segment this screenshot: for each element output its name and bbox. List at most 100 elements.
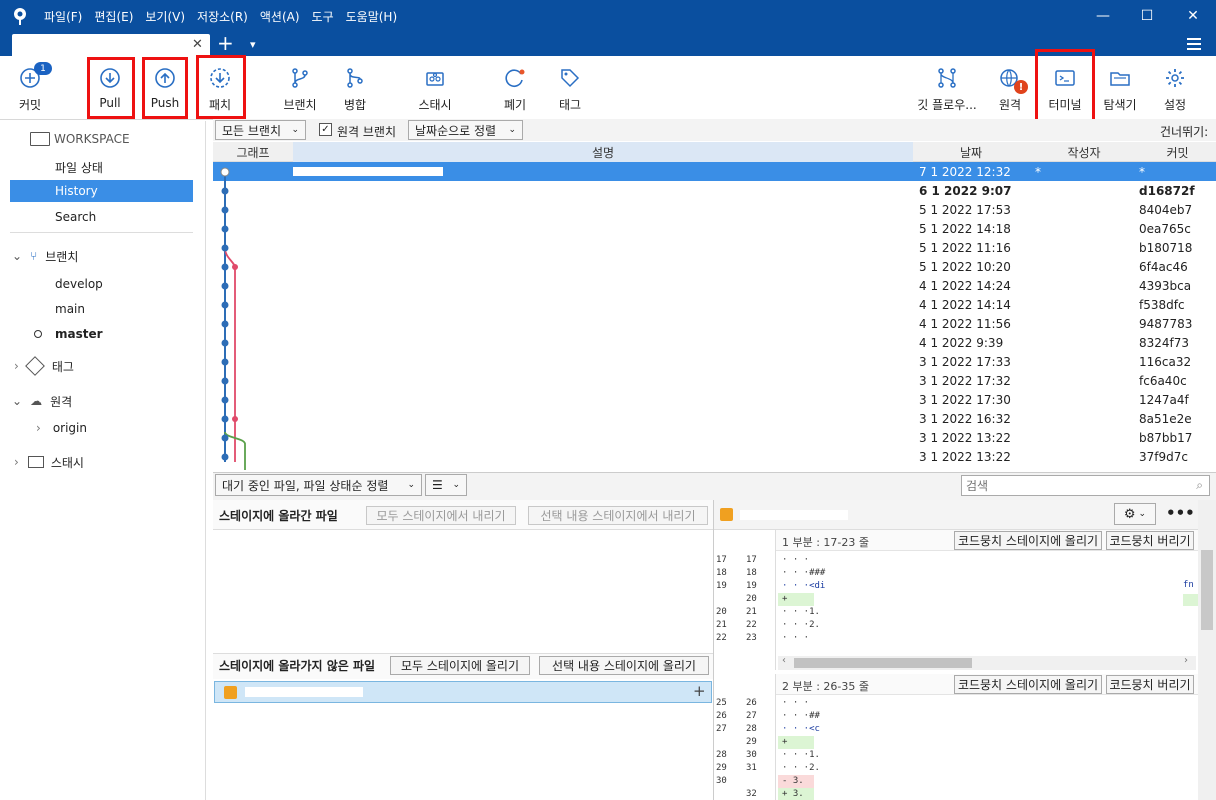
repository-tab[interactable]: ✕ [12,34,210,56]
push-button[interactable]: Push [137,58,193,116]
settings-button[interactable]: 설정 [1147,58,1203,116]
terminal-button[interactable]: 터미널 [1037,58,1093,116]
sidebar-item-history[interactable]: History [10,180,193,202]
diff-line: 22 23 · · · [714,632,1216,645]
discard-hunk2-button[interactable]: 코드뭉치 버리기 [1106,675,1194,694]
file-sort-dropdown[interactable]: 대기 중인 파일, 파일 상태순 정렬 ⌄ [215,474,422,496]
history-row[interactable]: 5 1 2022 10:20 6f4ac46 [213,257,1216,276]
vertical-scrollbar-thumb[interactable] [1201,550,1213,630]
history-row[interactable]: 5 1 2022 17:53 8404eb7 [213,200,1216,219]
row-author: * [1035,165,1041,179]
merge-label: 병합 [343,98,367,112]
sidebar-branches-header[interactable]: ⌄ ⑂ 브랜치 [0,245,206,267]
row-commit: 8a51e2e [1139,412,1192,426]
horizontal-scrollbar[interactable]: ‹ › [778,655,1196,670]
discard-button[interactable]: 폐기 [487,58,543,116]
scroll-right-icon[interactable]: › [1184,655,1188,666]
sidebar-remotes-header[interactable]: ⌄ ☁ 원격 [0,390,206,412]
pull-button[interactable]: Pull [82,58,138,116]
hamburger-menu-icon[interactable] [1187,38,1201,50]
discard-hunk1-button[interactable]: 코드뭉치 버리기 [1106,531,1194,550]
close-window-button[interactable]: ✕ [1170,0,1216,32]
history-row[interactable]: 3 1 2022 17:33 116ca32 [213,352,1216,371]
maximize-button[interactable]: ☐ [1124,0,1170,32]
history-row[interactable]: 6 1 2022 9:07 d16872f [213,181,1216,200]
sidebar-item-search[interactable]: Search [0,206,206,228]
hunk1-added-bg [1183,594,1199,606]
unstage-selected-button[interactable]: 선택 내용 스테이지에서 내리기 [528,506,708,525]
unstage-all-button[interactable]: 모두 스테이지에서 내리기 [366,506,516,525]
history-row[interactable]: 4 1 2022 14:14 f538dfc [213,295,1216,314]
history-row[interactable]: 5 1 2022 11:16 b180718 [213,238,1216,257]
menu-actions[interactable]: 액션(A) [260,8,300,25]
history-row[interactable]: 3 1 2022 13:22 37f9d7c [213,447,1216,466]
new-line-number: 27 [746,711,757,721]
scrollbar-thumb[interactable] [794,658,972,668]
redacted-commit-message [293,262,443,271]
scroll-left-icon[interactable]: ‹ [782,655,786,666]
sort-dropdown[interactable]: 날짜순으로 정렬 ⌄ [408,120,523,140]
stage-hunk1-button[interactable]: 코드뭉치 스테이지에 올리기 [954,531,1102,550]
new-line-number: 21 [746,607,757,617]
menu-view[interactable]: 보기(V) [145,8,185,25]
column-description[interactable]: 설명 [293,142,913,162]
history-row[interactable]: 7 1 2022 12:32 * * [213,162,1216,181]
search-field[interactable] [962,476,1182,495]
branch-filter-dropdown[interactable]: 모든 브랜치 ⌄ [215,120,306,140]
close-tab-icon[interactable]: ✕ [192,37,203,52]
menu-help[interactable]: 도움말(H) [346,8,398,25]
menu-file[interactable]: 파일(F) [44,8,82,25]
stage-selected-button[interactable]: 선택 내용 스테이지에 올리기 [539,656,709,675]
history-row[interactable]: 3 1 2022 17:30 1247a4f [213,390,1216,409]
menu-edit[interactable]: 편집(E) [94,8,133,25]
minimize-button[interactable]: — [1080,0,1126,32]
unstaged-file-row[interactable]: + [214,681,712,703]
history-row[interactable]: 3 1 2022 16:32 8a51e2e [213,409,1216,428]
sidebar-item-file-status[interactable]: 파일 상태 [0,156,206,178]
history-row[interactable]: 4 1 2022 9:39 8324f73 [213,333,1216,352]
merge-button[interactable]: 병합 [327,58,383,116]
stage-hunk2-button[interactable]: 코드뭉치 스테이지에 올리기 [954,675,1102,694]
history-row[interactable]: 3 1 2022 13:22 b87bb17 [213,428,1216,447]
view-mode-dropdown[interactable]: ☰ ⌄ [425,474,467,496]
row-commit: 9487783 [1139,317,1193,331]
row-commit: 6f4ac46 [1139,260,1188,274]
sidebar-tags-header[interactable]: › 태그 [0,355,206,377]
redacted-file-name [245,687,363,697]
redacted-commit-message [293,319,443,328]
diff-options-button[interactable]: ⚙ ⌄ [1114,503,1156,525]
search-input[interactable]: ⌕ [961,475,1210,496]
remote-button[interactable]: 원격 [982,58,1038,116]
sidebar-item-origin[interactable]: › origin [0,417,206,439]
branch-button[interactable]: 브랜치 [272,58,328,116]
menu-repository[interactable]: 저장소(R) [197,8,248,25]
more-options-icon[interactable]: ••• [1166,504,1195,522]
sidebar-stashes-header[interactable]: › 스태시 [0,451,206,473]
add-tab-button[interactable]: + [217,31,234,55]
diff-line: 20 21 · · ·1. [714,606,1216,619]
menu-tools[interactable]: 도구 [312,8,334,25]
tag-button[interactable]: 태그 [542,58,598,116]
history-row[interactable]: 5 1 2022 14:18 0ea765c [213,219,1216,238]
column-author[interactable]: 작성자 [1029,142,1139,162]
tab-list-button[interactable]: ▾ [250,38,256,51]
row-commit: * [1139,165,1145,179]
column-graph[interactable]: 그래프 [213,142,293,162]
stash-button[interactable]: 스태시 [407,58,463,116]
remote-branch-checkbox[interactable]: ✓ [319,123,332,136]
column-date[interactable]: 날짜 [913,142,1029,162]
explorer-button[interactable]: 탐색기 [1092,58,1148,116]
sidebar-item-main[interactable]: main [0,298,206,320]
history-row[interactable]: 4 1 2022 14:24 4393bca [213,276,1216,295]
history-row[interactable]: 3 1 2022 17:32 fc6a40c [213,371,1216,390]
old-line-number: 26 [716,711,727,721]
fetch-button[interactable]: 패치 [192,58,248,116]
new-line-number: 26 [746,698,757,708]
gitflow-button[interactable]: 깃 플로우... [912,58,982,116]
stage-all-button[interactable]: 모두 스테이지에 올리기 [390,656,530,675]
history-row[interactable]: 4 1 2022 11:56 9487783 [213,314,1216,333]
sidebar-item-master[interactable]: master [0,323,206,345]
column-commit[interactable]: 커밋 [1139,142,1216,162]
stage-file-button[interactable]: + [693,682,706,700]
sidebar-item-develop[interactable]: develop [0,273,206,295]
